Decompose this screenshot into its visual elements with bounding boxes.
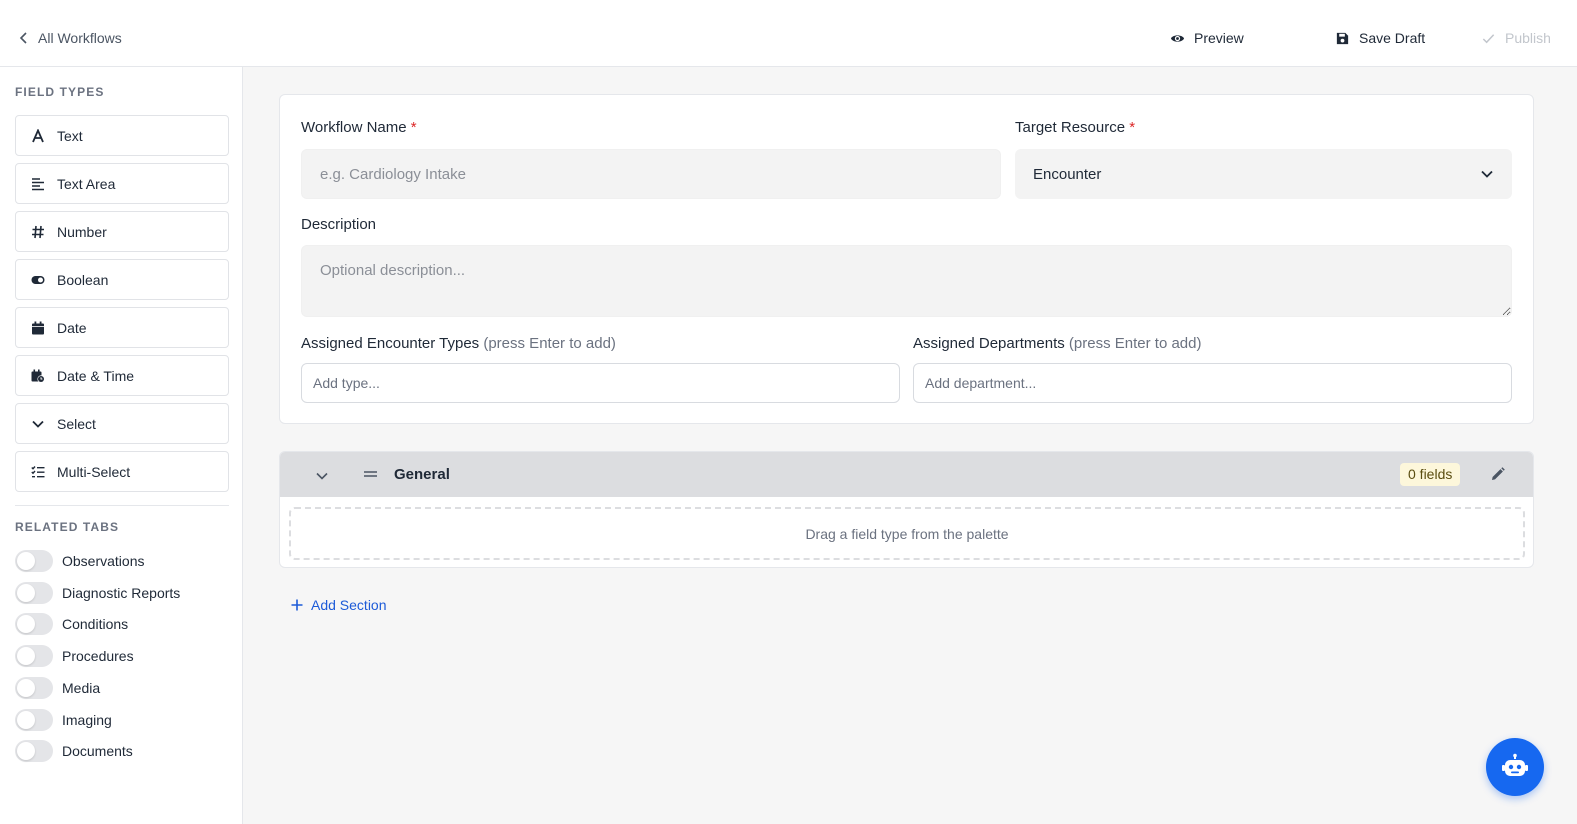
- field-type-date-time[interactable]: Date & Time: [15, 355, 229, 396]
- description-textarea[interactable]: [301, 245, 1512, 317]
- media-toggle[interactable]: [15, 677, 53, 699]
- plus-icon: [291, 599, 303, 611]
- field-types-heading: FIELD TYPES: [15, 85, 105, 99]
- robot-icon: [1502, 753, 1528, 776]
- assistant-bot-button[interactable]: [1486, 738, 1544, 796]
- drag-handle-icon[interactable]: [363, 468, 378, 480]
- field-type-label: Text: [57, 127, 83, 144]
- procedures-toggle[interactable]: [15, 645, 53, 667]
- related-tab-procedures: Procedures: [15, 645, 134, 667]
- toggle-icon: [31, 273, 45, 287]
- save-draft-button[interactable]: Save Draft: [1335, 30, 1425, 46]
- check-icon: [1482, 33, 1495, 43]
- field-type-multi-select[interactable]: Multi-Select: [15, 451, 229, 492]
- required-mark: *: [1129, 119, 1136, 136]
- chevron-down-icon: [1481, 170, 1493, 178]
- checklist-icon: [31, 465, 45, 479]
- target-resource-value: Encounter: [1033, 165, 1102, 183]
- related-tab-label: Documents: [62, 743, 133, 759]
- field-type-text-area[interactable]: Text Area: [15, 163, 229, 204]
- encounter-types-hint: (press Enter to add): [483, 335, 616, 352]
- encounter-types-label-text: Assigned Encounter Types: [301, 335, 480, 352]
- chevron-left-icon: [19, 32, 27, 44]
- field-type-select[interactable]: Select: [15, 403, 229, 444]
- workflow-name-input[interactable]: [301, 149, 1001, 199]
- hash-icon: [31, 225, 45, 239]
- text-icon: [31, 128, 45, 143]
- related-tab-label: Observations: [62, 553, 145, 569]
- text-area-icon: [31, 177, 45, 191]
- field-type-date[interactable]: Date: [15, 307, 229, 348]
- publish-button[interactable]: Publish: [1481, 30, 1551, 46]
- field-type-number[interactable]: Number: [15, 211, 229, 252]
- floppy-disk-icon: [1336, 32, 1349, 44]
- related-tab-label: Media: [62, 680, 101, 696]
- field-palette-sidebar: FIELD TYPES Text Text Area Number Boolea…: [0, 67, 243, 824]
- add-section-button[interactable]: Add Section: [291, 597, 387, 613]
- related-tabs-heading: RELATED TABS: [15, 520, 120, 534]
- field-type-label: Date: [57, 319, 87, 336]
- departments-label-text: Assigned Departments: [913, 335, 1065, 352]
- departments-label: Assigned Departments (press Enter to add…: [913, 335, 1201, 352]
- save-draft-label: Save Draft: [1359, 30, 1426, 46]
- section-title: General: [394, 466, 450, 483]
- related-tab-observations: Observations: [15, 550, 144, 572]
- eye-icon: [1170, 34, 1185, 42]
- related-tab-imaging: Imaging: [15, 709, 112, 731]
- target-resource-select[interactable]: Encounter: [1015, 149, 1512, 199]
- chevron-down-icon: [31, 417, 45, 431]
- workflow-name-label: Workflow Name *: [301, 119, 417, 136]
- related-tab-label: Imaging: [62, 712, 112, 728]
- field-type-label: Boolean: [57, 271, 109, 288]
- back-label: All Workflows: [38, 30, 122, 46]
- add-section-label: Add Section: [311, 597, 387, 613]
- departments-input[interactable]: [913, 363, 1512, 403]
- target-resource-label-text: Target Resource: [1015, 119, 1126, 136]
- related-tab-label: Diagnostic Reports: [62, 585, 181, 601]
- workflow-name-label-text: Workflow Name: [301, 119, 407, 136]
- publish-label: Publish: [1505, 30, 1551, 46]
- diagnostic-reports-toggle[interactable]: [15, 582, 53, 604]
- documents-toggle[interactable]: [15, 740, 53, 762]
- imaging-toggle[interactable]: [15, 709, 53, 731]
- sidebar-divider: [15, 505, 229, 506]
- description-label: Description: [301, 216, 377, 233]
- field-type-label: Select: [57, 415, 96, 432]
- workflow-details-card: Workflow Name * Target Resource * Encoun…: [279, 94, 1534, 424]
- field-type-label: Number: [57, 223, 107, 240]
- related-tab-documents: Documents: [15, 740, 133, 762]
- calendar-clock-icon: [31, 369, 45, 383]
- top-bar: All Workflows Preview Save Draft Publish: [0, 0, 1577, 67]
- encounter-types-input[interactable]: [301, 363, 900, 403]
- encounter-types-label: Assigned Encounter Types (press Enter to…: [301, 335, 616, 352]
- observations-toggle[interactable]: [15, 550, 53, 572]
- pencil-icon[interactable]: [1490, 467, 1505, 482]
- field-type-label: Multi-Select: [57, 463, 131, 480]
- field-type-boolean[interactable]: Boolean: [15, 259, 229, 300]
- back-to-workflows-link[interactable]: All Workflows: [18, 30, 122, 46]
- departments-hint: (press Enter to add): [1068, 335, 1202, 352]
- preview-button[interactable]: Preview: [1170, 30, 1244, 46]
- field-dropzone[interactable]: Drag a field type from the palette: [289, 507, 1525, 560]
- calendar-icon: [31, 321, 45, 335]
- related-tab-diagnostic-reports: Diagnostic Reports: [15, 582, 180, 604]
- related-tab-label: Procedures: [62, 648, 134, 664]
- field-type-label: Date & Time: [57, 367, 135, 384]
- collapse-chevron-icon[interactable]: [315, 469, 329, 483]
- preview-label: Preview: [1194, 30, 1244, 46]
- field-type-label: Text Area: [57, 175, 116, 192]
- related-tab-conditions: Conditions: [15, 613, 128, 635]
- field-type-text[interactable]: Text: [15, 115, 229, 156]
- conditions-toggle[interactable]: [15, 613, 53, 635]
- related-tab-label: Conditions: [62, 616, 129, 632]
- related-tab-media: Media: [15, 677, 100, 699]
- required-mark: *: [410, 119, 417, 136]
- section-header: General 0 fields: [280, 452, 1533, 497]
- field-count-badge: 0 fields: [1400, 463, 1461, 486]
- target-resource-label: Target Resource *: [1015, 119, 1135, 136]
- workflow-section: General 0 fields Drag a field type from …: [279, 451, 1534, 568]
